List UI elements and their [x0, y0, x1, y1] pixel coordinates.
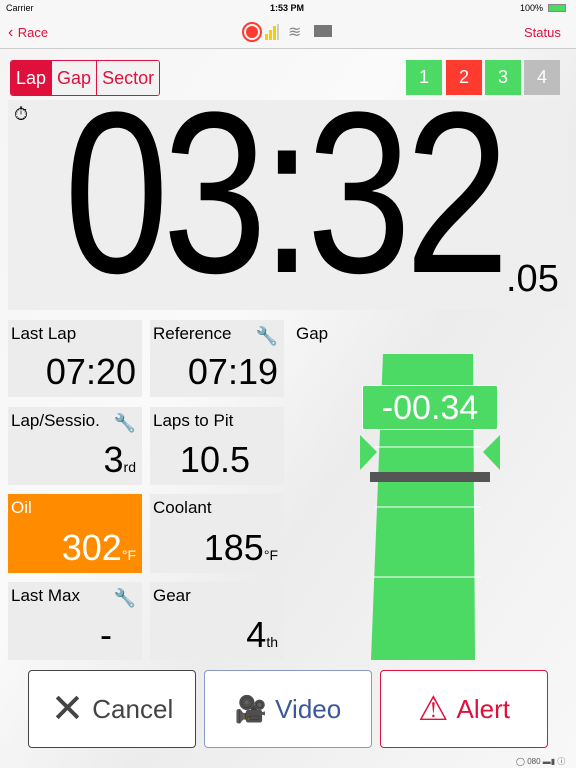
wrench-icon[interactable]: 🔧 [114, 413, 136, 434]
tile-oil: Oil 302°F [8, 494, 142, 573]
alert-label: Alert [456, 693, 510, 724]
tile-gear: Gear 4th [150, 582, 284, 660]
status-button[interactable]: Status [524, 25, 561, 40]
video-label: Video [275, 693, 342, 724]
label: Lap/Sessio. [11, 411, 100, 430]
video-button[interactable]: 🎥 Video [204, 670, 372, 748]
tab-lap[interactable]: Lap [11, 61, 52, 95]
label: Oil [11, 498, 32, 517]
footer-status: ◯ 080 ▬▮ ⓘ [516, 757, 566, 766]
gap-value: -00.34 [362, 385, 498, 430]
video-camera-icon: 🎥 [234, 693, 268, 724]
clock: 1:53 PM [270, 3, 305, 13]
gap-indicator-bar [370, 472, 490, 482]
label: Laps to Pit [153, 411, 234, 430]
footer-text: 080 [527, 757, 541, 766]
right-marker-icon [483, 435, 500, 470]
tile-last-max[interactable]: Last Max 🔧 - [8, 582, 142, 660]
label: Last Max [11, 586, 80, 605]
tile-last-lap: Last Lap 07:20 [8, 320, 142, 397]
tile-laps-to-pit: Laps to Pit 10.5 [150, 407, 284, 485]
value: 10.5 [179, 439, 250, 480]
value: 3 [103, 439, 124, 480]
wifi-icon: ≋ [288, 24, 302, 41]
x-icon: ✕ [50, 687, 85, 731]
back-button[interactable]: ‹ Race [8, 24, 48, 42]
unit: °F [263, 547, 278, 563]
battery-percent: 100% [520, 3, 544, 13]
label: Gear [153, 586, 191, 605]
left-marker-icon [360, 435, 377, 470]
gap-label: Gap [296, 324, 329, 343]
camera-icon [314, 25, 332, 37]
suffix: th [266, 634, 278, 650]
record-icon[interactable] [242, 22, 262, 42]
back-label: Race [17, 25, 49, 40]
label: Reference [153, 324, 232, 343]
tile-reference[interactable]: Reference 🔧 07:19 [150, 320, 284, 397]
value: 07:20 [45, 351, 136, 392]
label: Coolant [153, 498, 212, 517]
signal-icon [265, 24, 279, 40]
timer-fraction: .05 [506, 258, 559, 300]
sector-4: 4 [524, 60, 560, 95]
wrench-icon[interactable]: 🔧 [114, 588, 136, 609]
tile-lap-session[interactable]: Lap/Sessio. 🔧 3rd [8, 407, 142, 485]
label: Last Lap [11, 324, 77, 343]
value: 302 [61, 527, 122, 568]
wrench-icon[interactable]: 🔧 [256, 326, 278, 347]
suffix: rd [123, 459, 136, 475]
unit: °F [121, 547, 136, 563]
value: - [100, 614, 112, 655]
value: 4 [246, 614, 267, 655]
warning-icon: ⚠ [418, 690, 449, 728]
nav-bar: ‹ Race ≋ Status [0, 16, 576, 49]
tile-coolant: Coolant 185°F [150, 494, 284, 573]
battery-icon [548, 4, 566, 12]
status-bar: Carrier 1:53 PM 100% [0, 0, 576, 16]
chevron-left-icon: ‹ [8, 24, 18, 41]
lap-timer-panel: ⏱ 03:32 .05 [8, 78, 568, 310]
value: 07:19 [187, 351, 278, 392]
alert-button[interactable]: ⚠ Alert [380, 670, 548, 748]
cancel-button[interactable]: ✕ Cancel [28, 670, 196, 748]
carrier: Carrier [6, 3, 34, 13]
value: 185 [203, 527, 264, 568]
stopwatch-icon: ⏱ [14, 104, 29, 124]
cancel-label: Cancel [92, 693, 174, 724]
timer-main: 03:32 [64, 64, 510, 321]
